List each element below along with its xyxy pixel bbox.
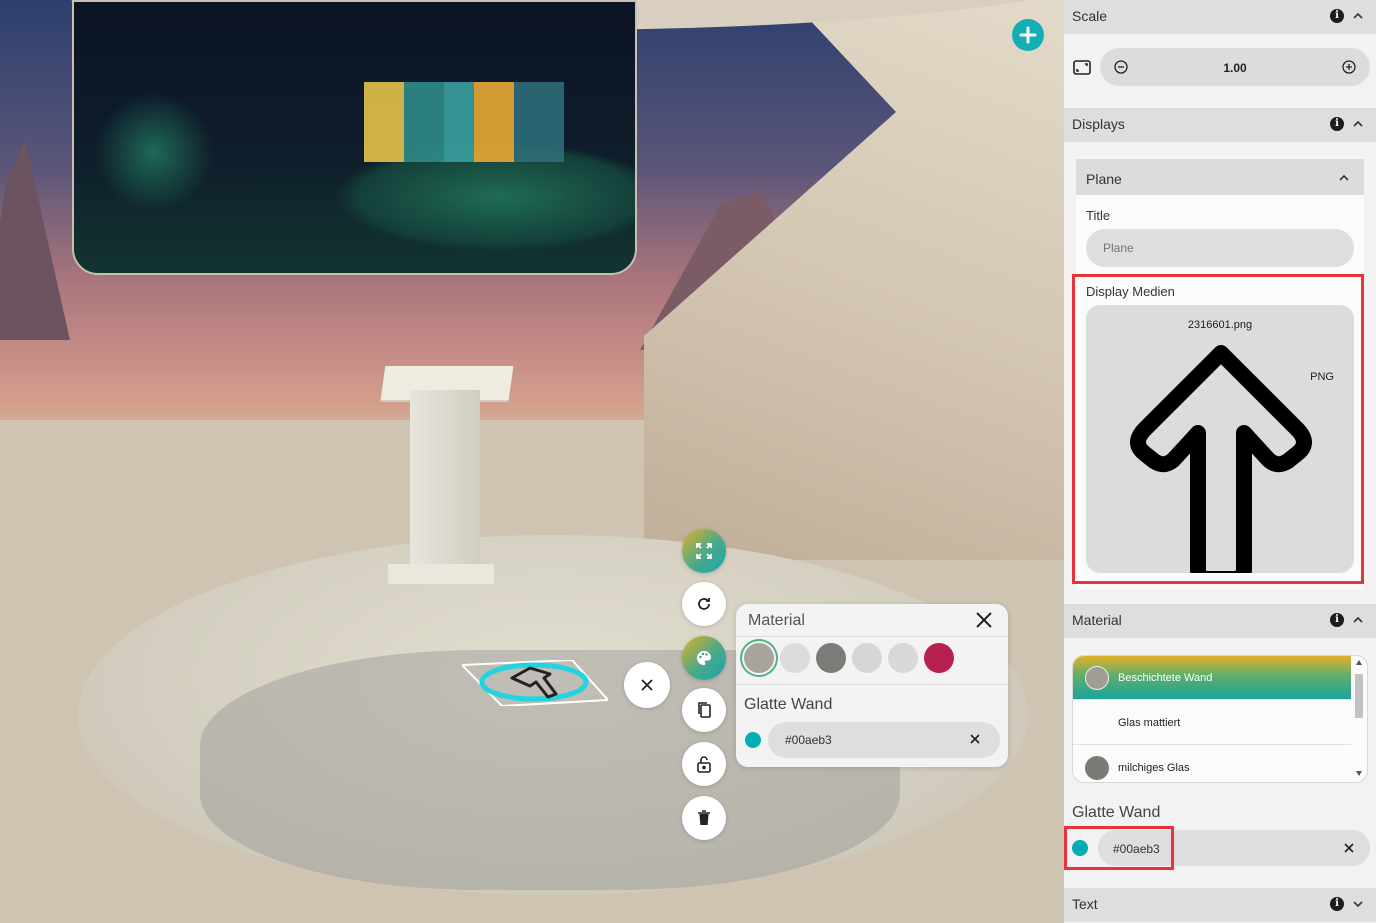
material-swatches [744, 643, 954, 673]
scrollbar[interactable] [1355, 674, 1363, 718]
screen-glow [94, 92, 214, 212]
scroll-up-arrow[interactable] [1356, 660, 1362, 665]
lock-icon [697, 756, 711, 773]
plus-circle-icon[interactable] [1012, 19, 1044, 51]
displays-section-header[interactable]: Displays i [1064, 108, 1376, 142]
popup-color-field[interactable]: #00aeb3 [768, 722, 1000, 758]
scale-stepper[interactable]: 1.00 [1100, 48, 1370, 86]
display-plane[interactable] [72, 0, 637, 275]
scale-value: 1.00 [1223, 61, 1247, 75]
scroll-down-arrow[interactable] [1356, 771, 1362, 776]
color-dot[interactable] [745, 732, 761, 748]
chevron-up-icon[interactable] [1352, 614, 1364, 626]
close-icon [641, 679, 653, 691]
divider [736, 684, 1008, 685]
screen-city [364, 82, 564, 162]
expand-icon [696, 543, 712, 559]
aspect-ratio-icon [1073, 60, 1091, 75]
3d-viewport[interactable]: Material Glatte Wand #00aeb3 [0, 0, 1064, 923]
close-icon[interactable] [974, 610, 994, 630]
section-title: Text [1072, 896, 1098, 912]
expand-button[interactable] [682, 529, 726, 573]
properties-panel: Scale i 1.00 Displays i Plane Title Disp… [1064, 0, 1376, 923]
chevron-up-icon[interactable] [1338, 172, 1350, 184]
material-swatch[interactable] [816, 643, 846, 673]
lock-button[interactable] [682, 742, 726, 786]
popup-color-value: #00aeb3 [785, 733, 832, 747]
rotate-button[interactable] [682, 582, 726, 626]
chevron-up-icon[interactable] [1352, 10, 1364, 22]
delete-button[interactable] [682, 796, 726, 840]
curved-wall [644, 0, 1064, 560]
chevron-up-icon[interactable] [1352, 118, 1364, 130]
section-title: Material [1072, 612, 1122, 628]
plane-title: Plane [1086, 171, 1122, 187]
chevron-down-icon[interactable] [1352, 898, 1364, 910]
info-icon[interactable]: i [1330, 117, 1344, 131]
list-item[interactable]: Glas mattiert [1073, 701, 1351, 745]
list-item[interactable]: milchiges Glas [1073, 746, 1351, 782]
material-section-header[interactable]: Material i [1064, 604, 1376, 638]
scale-section-header[interactable]: Scale i [1064, 0, 1376, 34]
podium[interactable] [410, 390, 480, 570]
material-popup: Material Glatte Wand #00aeb3 [736, 604, 1008, 767]
media-filename: 2316601.png [1187, 319, 1253, 331]
arrow-up-image [1130, 345, 1312, 573]
material-item-label: Glas mattiert [1118, 717, 1181, 729]
selected-arrow-object[interactable] [462, 660, 608, 706]
close-icon[interactable] [968, 732, 982, 746]
text-section-header[interactable]: Text i [1064, 888, 1376, 922]
mountain [0, 140, 70, 340]
selected-material-name: Glatte Wand [1072, 804, 1161, 821]
material-swatch[interactable] [780, 643, 810, 673]
popup-material-name: Glatte Wand [744, 696, 833, 713]
list-item[interactable]: Beschichtete Wand [1073, 656, 1351, 700]
material-swatch[interactable] [924, 643, 954, 673]
section-title: Scale [1072, 8, 1108, 24]
section-title: Displays [1072, 116, 1125, 132]
material-button[interactable] [682, 636, 726, 680]
highlight-box [1064, 826, 1174, 870]
divider [736, 636, 1008, 637]
material-swatch[interactable] [888, 643, 918, 673]
material-thumbnail [1085, 756, 1109, 780]
trash-icon [698, 810, 710, 825]
material-swatch[interactable] [744, 643, 774, 673]
popup-title: Material [748, 612, 805, 629]
info-icon[interactable]: i [1330, 9, 1344, 23]
title-field-label: Title [1086, 208, 1111, 223]
display-media-dropzone[interactable]: 2316601.png PNG [1086, 305, 1354, 573]
info-icon[interactable]: i [1330, 897, 1344, 911]
info-icon[interactable]: i [1330, 613, 1344, 627]
podium-base [388, 564, 494, 584]
title-input[interactable] [1086, 229, 1354, 267]
rotate-icon [698, 598, 710, 610]
material-thumbnail [1085, 666, 1109, 690]
material-swatch[interactable] [852, 643, 882, 673]
material-item-label: Beschichtete Wand [1118, 672, 1213, 684]
palette-icon [697, 651, 711, 665]
material-list[interactable]: Beschichtete Wand Glas mattiert milchige… [1072, 655, 1368, 783]
material-item-label: milchiges Glas [1118, 762, 1190, 774]
plane-header[interactable]: Plane [1076, 159, 1364, 195]
close-icon[interactable] [1342, 841, 1356, 855]
close-selection-button[interactable] [624, 662, 670, 708]
copy-icon [698, 702, 711, 718]
copy-button[interactable] [682, 688, 726, 732]
plus-circle-icon[interactable] [1342, 60, 1356, 74]
